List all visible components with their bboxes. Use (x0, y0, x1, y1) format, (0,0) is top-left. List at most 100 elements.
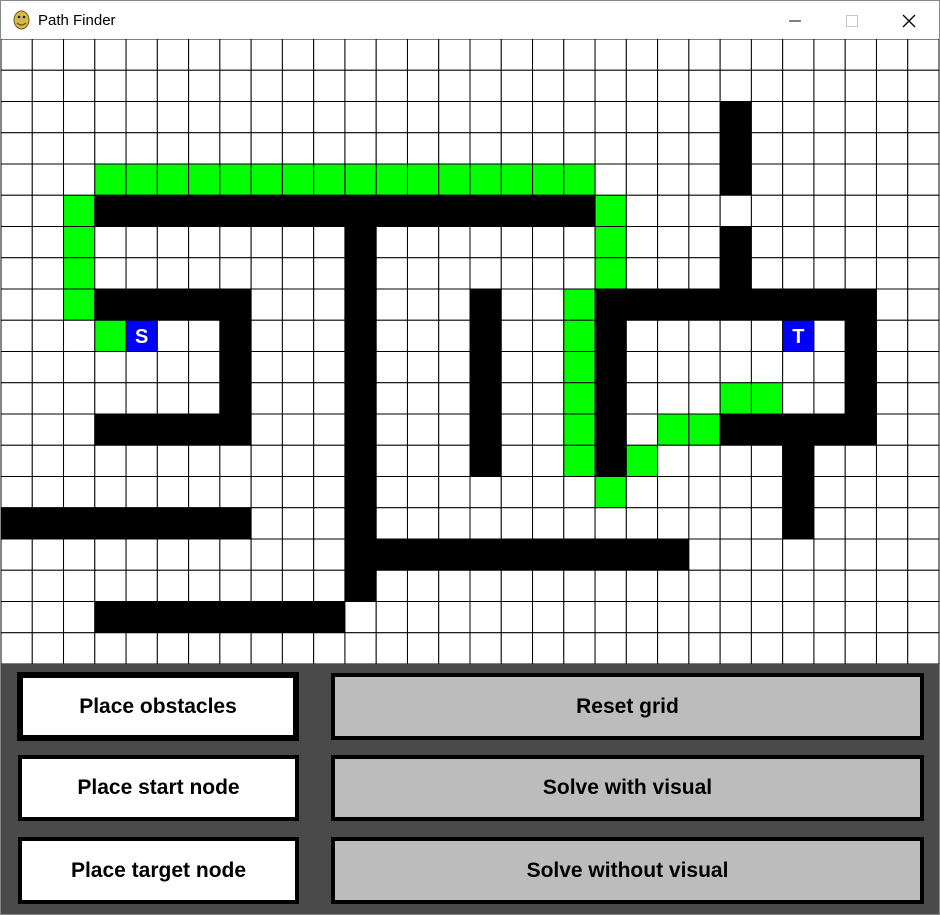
grid-cell-empty[interactable] (63, 632, 96, 664)
grid-cell-wall[interactable] (594, 288, 627, 321)
grid-cell-empty[interactable] (532, 507, 565, 540)
grid-cell-empty[interactable] (313, 39, 346, 71)
grid-cell-empty[interactable] (875, 194, 909, 227)
grid-cell-empty[interactable] (875, 382, 909, 415)
grid-cell-empty[interactable] (594, 507, 627, 540)
grid-cell-empty[interactable] (469, 132, 502, 165)
grid-cell-empty[interactable] (31, 351, 65, 384)
grid-cell-empty[interactable] (313, 507, 346, 540)
grid-cell-empty[interactable] (1, 69, 33, 102)
grid-cell-wall[interactable] (782, 413, 815, 446)
grid-cell-empty[interactable] (375, 507, 408, 540)
grid-cell-empty[interactable] (500, 288, 534, 321)
grid-cell-empty[interactable] (31, 601, 65, 634)
grid-cell-empty[interactable] (94, 382, 127, 415)
grid-cell-empty[interactable] (532, 601, 565, 634)
grid-cell-empty[interactable] (875, 538, 909, 571)
grid-cell-empty[interactable] (500, 507, 534, 540)
grid-cell-empty[interactable] (719, 476, 752, 509)
grid-cell-wall[interactable] (94, 413, 127, 446)
grid-cell-empty[interactable] (438, 476, 471, 509)
grid-cell-empty[interactable] (438, 444, 471, 477)
grid-cell-empty[interactable] (156, 444, 190, 477)
grid-cell-empty[interactable] (907, 69, 939, 102)
grid-cell-empty[interactable] (250, 444, 283, 477)
grid-cell-empty[interactable] (406, 413, 440, 446)
grid-cell-wall[interactable] (594, 538, 627, 571)
grid-cell-empty[interactable] (125, 632, 158, 664)
grid-cell-wall[interactable] (31, 507, 65, 540)
grid-cell-empty[interactable] (688, 507, 721, 540)
grid-cell-empty[interactable] (657, 444, 690, 477)
grid-cell-empty[interactable] (719, 194, 752, 227)
grid-cell-empty[interactable] (250, 69, 283, 102)
grid-cell-path[interactable] (250, 163, 283, 196)
grid-cell-empty[interactable] (63, 351, 96, 384)
grid-cell-empty[interactable] (719, 69, 752, 102)
grid-cell-empty[interactable] (782, 194, 815, 227)
grid-cell-path[interactable] (594, 476, 627, 509)
grid-cell-empty[interactable] (125, 444, 158, 477)
grid-cell-empty[interactable] (563, 39, 596, 71)
grid-cell-empty[interactable] (750, 39, 784, 71)
grid-cell-path[interactable] (63, 194, 96, 227)
grid-cell-empty[interactable] (500, 632, 534, 664)
grid-cell-empty[interactable] (657, 476, 690, 509)
grid-cell-empty[interactable] (469, 101, 502, 134)
grid-cell-empty[interactable] (688, 226, 721, 259)
grid-cell-path[interactable] (63, 226, 96, 259)
grid-cell-empty[interactable] (31, 569, 65, 602)
grid-cell-path[interactable] (594, 257, 627, 290)
grid-cell-empty[interactable] (907, 163, 939, 196)
grid-cell-empty[interactable] (532, 444, 565, 477)
grid-cell-wall[interactable] (469, 538, 502, 571)
grid-cell-empty[interactable] (813, 351, 846, 384)
grid-cell-wall[interactable] (719, 413, 752, 446)
grid-cell-wall[interactable] (688, 288, 721, 321)
grid-cell-empty[interactable] (438, 382, 471, 415)
grid-cell-empty[interactable] (625, 507, 659, 540)
grid-cell-empty[interactable] (281, 257, 315, 290)
grid-cell-empty[interactable] (844, 601, 877, 634)
grid-cell-empty[interactable] (875, 476, 909, 509)
grid-cell-empty[interactable] (438, 632, 471, 664)
grid-cell-empty[interactable] (469, 476, 502, 509)
grid-cell-empty[interactable] (94, 101, 127, 134)
grid-cell-empty[interactable] (469, 257, 502, 290)
grid-cell-wall[interactable] (219, 507, 252, 540)
grid-cell-empty[interactable] (563, 476, 596, 509)
grid-cell-empty[interactable] (63, 132, 96, 165)
grid-cell-empty[interactable] (406, 101, 440, 134)
grid-cell-empty[interactable] (1, 538, 33, 571)
grid-cell-empty[interactable] (907, 194, 939, 227)
grid-cell-empty[interactable] (281, 632, 315, 664)
grid-cell-empty[interactable] (1, 351, 33, 384)
grid-cell-empty[interactable] (281, 101, 315, 134)
grid-cell-empty[interactable] (500, 39, 534, 71)
grid-cell-wall[interactable] (438, 538, 471, 571)
grid-cell-empty[interactable] (94, 538, 127, 571)
grid-cell-empty[interactable] (94, 39, 127, 71)
grid-cell-empty[interactable] (125, 39, 158, 71)
grid-cell-empty[interactable] (657, 601, 690, 634)
solve-with-visual-button[interactable]: Solve with visual (331, 755, 924, 821)
grid-cell-empty[interactable] (188, 132, 221, 165)
grid-cell-empty[interactable] (750, 163, 784, 196)
grid-cell-empty[interactable] (688, 132, 721, 165)
grid-cell-empty[interactable] (31, 288, 65, 321)
grid-cell-empty[interactable] (813, 39, 846, 71)
grid-cell-wall[interactable] (594, 382, 627, 415)
grid-cell-wall[interactable] (313, 194, 346, 227)
grid-cell-wall[interactable] (625, 538, 659, 571)
grid-cell-empty[interactable] (657, 632, 690, 664)
grid-cell-empty[interactable] (907, 132, 939, 165)
grid-cell-empty[interactable] (594, 632, 627, 664)
grid-cell-empty[interactable] (719, 444, 752, 477)
grid-cell-wall[interactable] (750, 413, 784, 446)
grid-cell-empty[interactable] (313, 69, 346, 102)
grid-cell-wall[interactable] (469, 382, 502, 415)
grid-cell-empty[interactable] (406, 319, 440, 352)
grid-cell-empty[interactable] (844, 226, 877, 259)
grid-cell-path[interactable] (94, 163, 127, 196)
grid-cell-empty[interactable] (63, 101, 96, 134)
